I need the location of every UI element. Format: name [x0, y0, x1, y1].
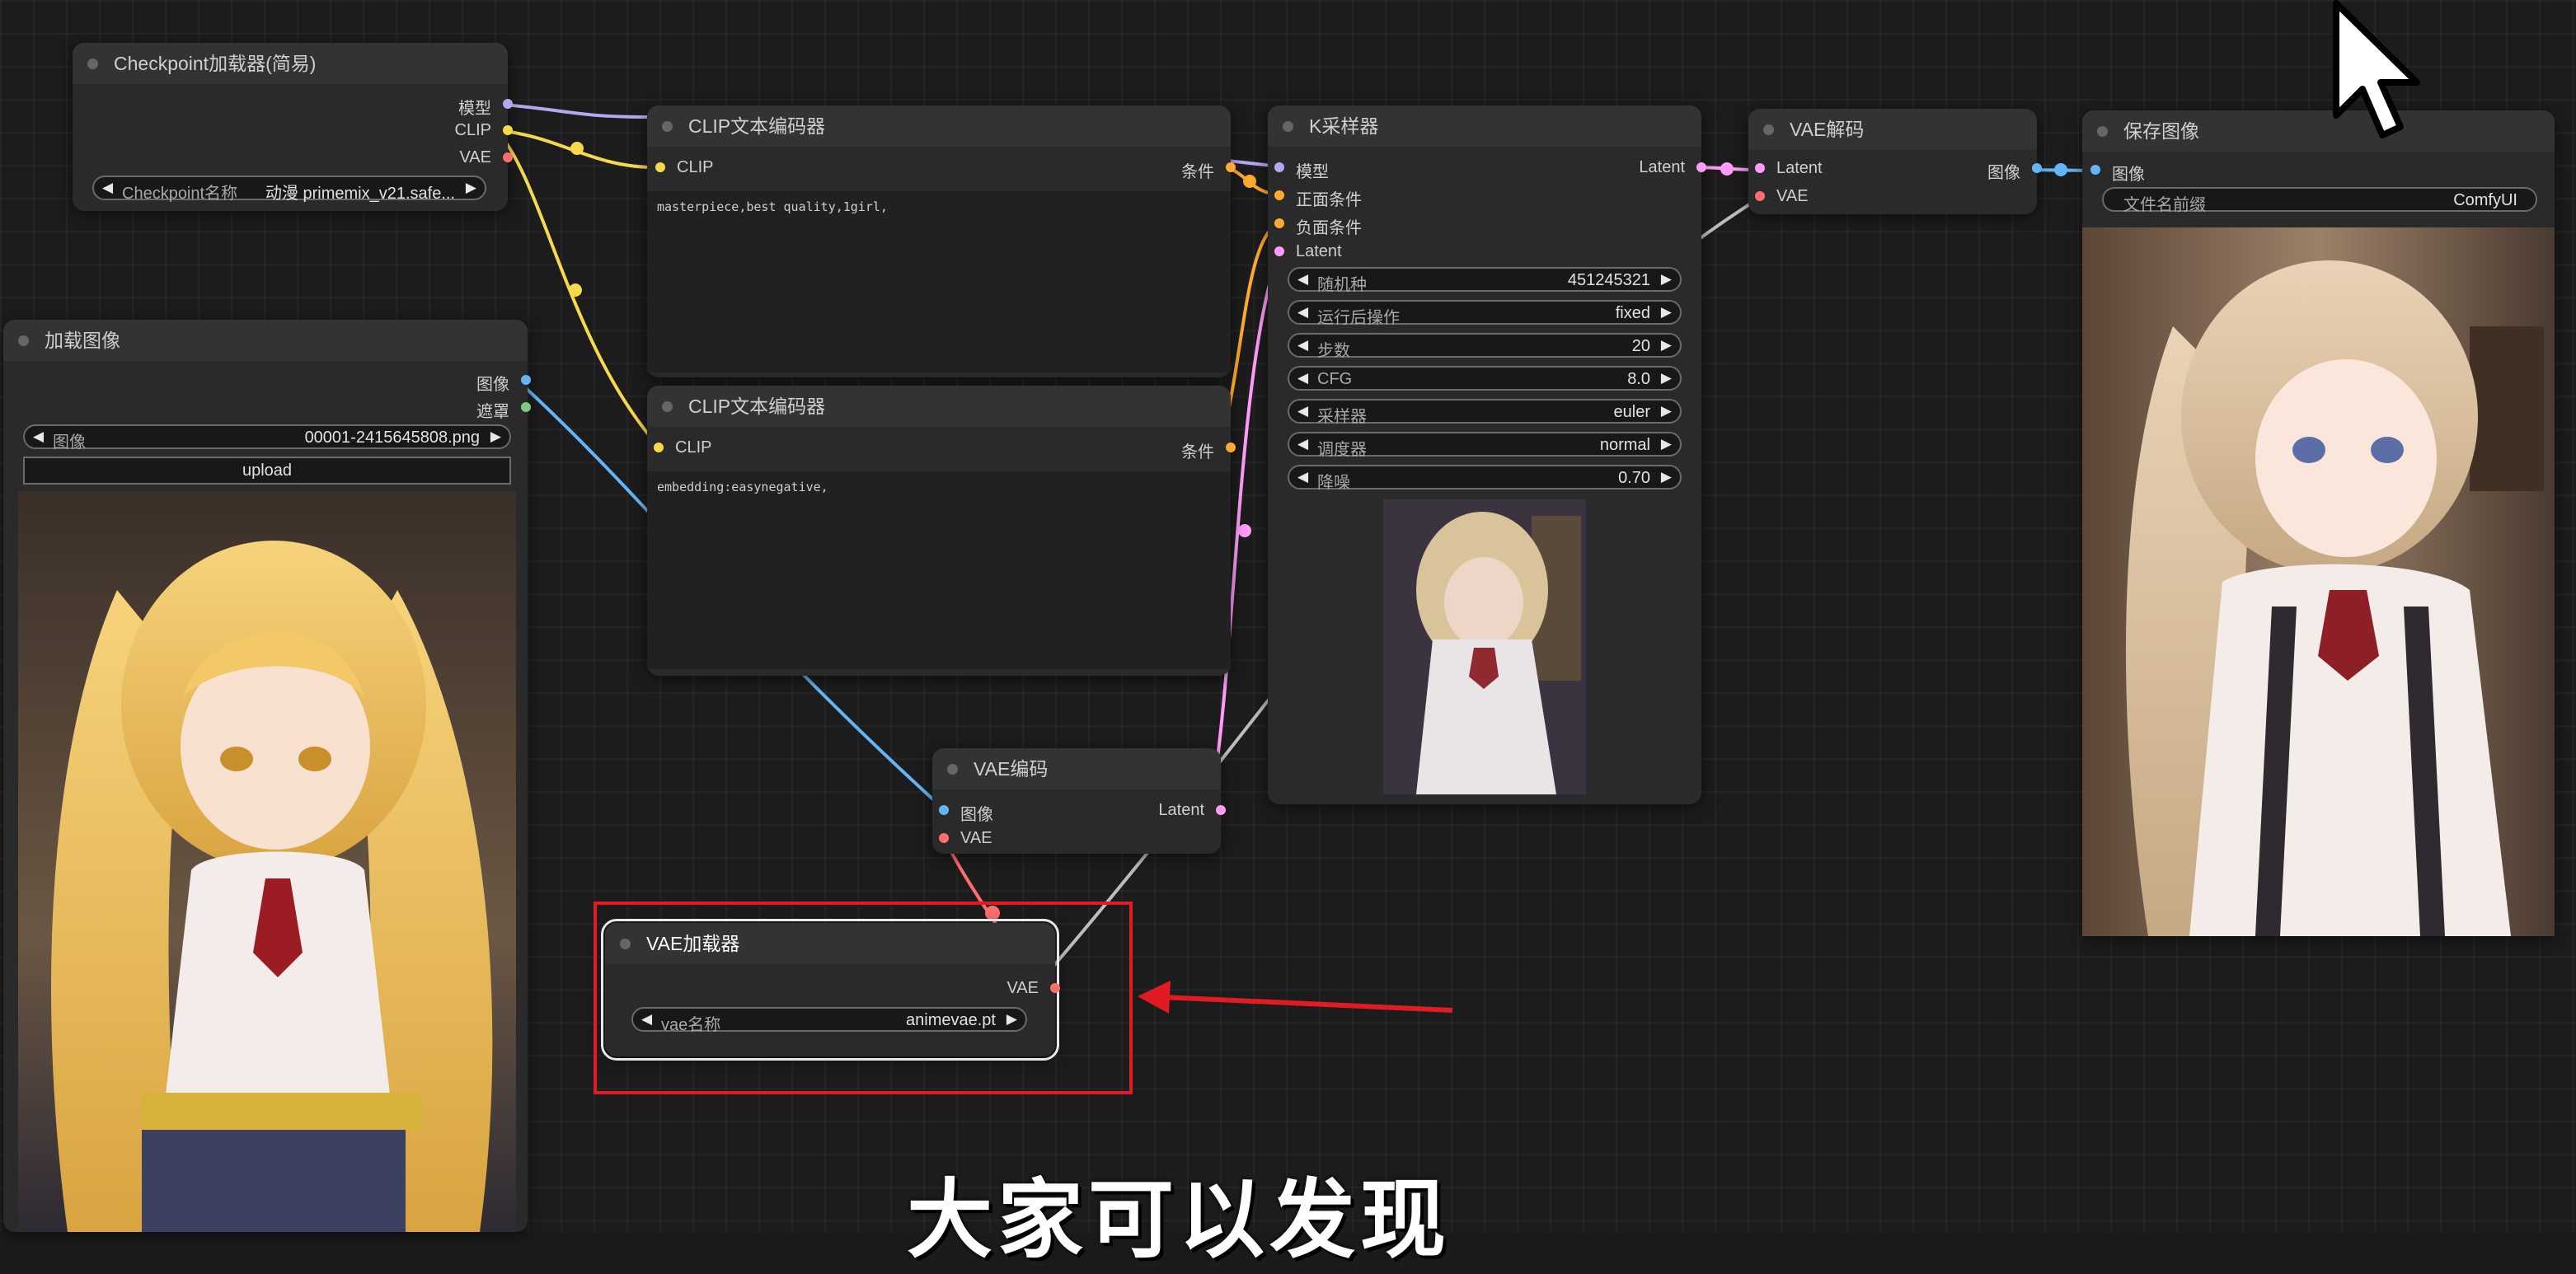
annotation-arrow [1138, 981, 1453, 1014]
arrow-head [1138, 981, 1171, 1014]
mouse-pointer-icon [2333, 0, 2420, 138]
video-subtitle: 大家可以发现 [907, 1173, 1452, 1268]
arrow-shaft [1161, 995, 1453, 1013]
